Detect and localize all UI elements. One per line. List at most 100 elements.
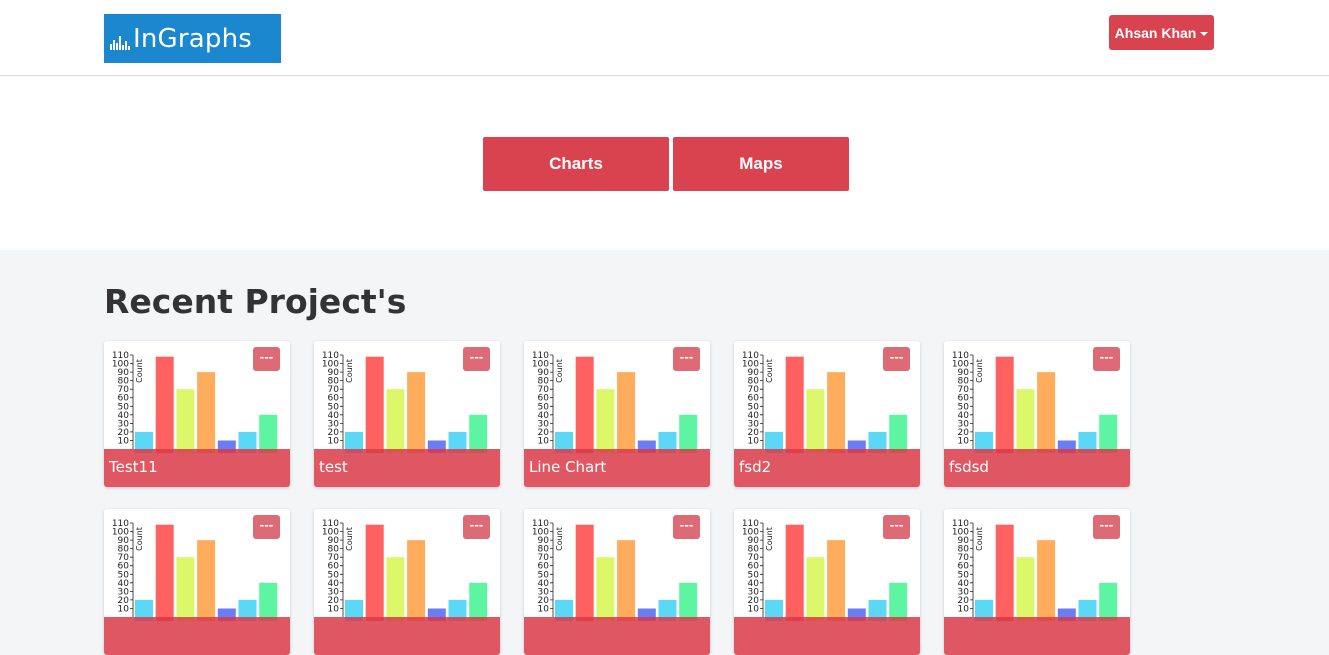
y-axis-label: Count <box>765 527 774 551</box>
bar <box>176 389 195 453</box>
bar <box>407 372 426 453</box>
y-tick-label: 10 <box>328 605 340 615</box>
bar <box>259 414 278 453</box>
project-options-button[interactable]: --- <box>463 347 490 371</box>
bar <box>386 557 405 621</box>
bar <box>889 582 908 621</box>
caret-down-icon <box>1200 31 1209 36</box>
project-options-button[interactable]: --- <box>883 347 910 371</box>
project-card[interactable]: 110 100 90 80 70 60 50 40 30 20 10 Count --- <box>734 509 920 655</box>
hero-section: Charts Maps <box>0 77 1329 250</box>
bar <box>1016 389 1035 453</box>
bar <box>785 356 804 453</box>
top-navbar: InGraphs Ahsan Khan <box>0 0 1329 76</box>
project-options-button[interactable]: --- <box>673 347 700 371</box>
project-options-button[interactable]: --- <box>463 515 490 539</box>
project-name[interactable] <box>944 617 1130 655</box>
project-card[interactable]: 110 100 90 80 70 60 50 40 30 20 10 Count --- Line Cha… <box>524 341 710 487</box>
bar <box>596 389 615 453</box>
bar <box>365 356 384 453</box>
user-name: Ahsan Khan <box>1114 24 1197 41</box>
y-axis-label: Count <box>345 527 354 551</box>
y-axis-label: Count <box>975 527 984 551</box>
y-tick-label: 10 <box>538 605 550 615</box>
project-name[interactable] <box>524 617 710 655</box>
y-axis-label: Count <box>765 359 774 383</box>
project-card[interactable]: 110 100 90 80 70 60 50 40 30 20 10 Count --- <box>104 509 290 655</box>
bar <box>827 540 846 621</box>
project-options-button[interactable]: --- <box>883 515 910 539</box>
bar <box>679 414 698 453</box>
bar <box>1037 372 1056 453</box>
recent-projects-heading: Recent Project's <box>104 282 407 321</box>
bar <box>469 414 488 453</box>
project-name[interactable] <box>104 617 290 655</box>
bar <box>806 557 825 621</box>
user-menu-button[interactable]: Ahsan Khan <box>1109 15 1214 50</box>
bar <box>785 524 804 621</box>
bar <box>176 557 195 621</box>
project-options-button[interactable]: --- <box>253 515 280 539</box>
bar <box>575 356 594 453</box>
project-options-button[interactable]: --- <box>1093 347 1120 371</box>
project-name[interactable]: test <box>314 449 500 487</box>
bar <box>1016 557 1035 621</box>
bar <box>617 540 636 621</box>
y-tick-label: 10 <box>118 437 130 447</box>
bar <box>575 524 594 621</box>
project-card[interactable]: 110 100 90 80 70 60 50 40 30 20 10 Count --- <box>524 509 710 655</box>
y-tick-label: 10 <box>328 437 340 447</box>
bar <box>889 414 908 453</box>
bar <box>197 540 216 621</box>
bar <box>469 582 488 621</box>
y-tick-label: 10 <box>538 437 550 447</box>
project-card[interactable]: 110 100 90 80 70 60 50 40 30 20 10 Count --- fsd2 <box>734 341 920 487</box>
project-options-button[interactable]: --- <box>253 347 280 371</box>
bar <box>197 372 216 453</box>
bar <box>1037 540 1056 621</box>
bar <box>827 372 846 453</box>
brand-logo[interactable]: InGraphs <box>104 14 281 63</box>
bar <box>617 372 636 453</box>
y-tick-label: 10 <box>958 437 970 447</box>
bar <box>995 356 1014 453</box>
project-card[interactable]: 110 100 90 80 70 60 50 40 30 20 10 Count --- Test11 <box>104 341 290 487</box>
y-axis-label: Count <box>345 359 354 383</box>
project-name[interactable]: Test11 <box>104 449 290 487</box>
bar <box>386 389 405 453</box>
y-axis-label: Count <box>135 527 144 551</box>
project-options-button[interactable]: --- <box>673 515 700 539</box>
project-name[interactable] <box>734 617 920 655</box>
project-card[interactable]: 110 100 90 80 70 60 50 40 30 20 10 Count --- <box>314 509 500 655</box>
y-tick-label: 10 <box>118 605 130 615</box>
project-name[interactable]: fsd2 <box>734 449 920 487</box>
bar <box>596 557 615 621</box>
brand-name: InGraphs <box>133 23 253 54</box>
y-tick-label: 10 <box>748 605 760 615</box>
y-axis-label: Count <box>975 359 984 383</box>
bar <box>259 582 278 621</box>
y-axis-label: Count <box>555 359 564 383</box>
project-name[interactable]: Line Chart <box>524 449 710 487</box>
y-tick-label: 10 <box>958 605 970 615</box>
project-name[interactable]: fsdsd <box>944 449 1130 487</box>
project-name[interactable] <box>314 617 500 655</box>
bar <box>806 389 825 453</box>
y-axis-label: Count <box>555 527 564 551</box>
bar <box>995 524 1014 621</box>
bar <box>407 540 426 621</box>
project-options-button[interactable]: --- <box>1093 515 1120 539</box>
bar <box>155 524 174 621</box>
project-card[interactable]: 110 100 90 80 70 60 50 40 30 20 10 Count --- test <box>314 341 500 487</box>
y-axis-label: Count <box>135 359 144 383</box>
bar <box>1099 414 1118 453</box>
bar <box>1099 582 1118 621</box>
project-card[interactable]: 110 100 90 80 70 60 50 40 30 20 10 Count --- fsdsd <box>944 341 1130 487</box>
maps-button[interactable]: Maps <box>673 137 849 191</box>
bar <box>365 524 384 621</box>
bar <box>155 356 174 453</box>
project-card[interactable]: 110 100 90 80 70 60 50 40 30 20 10 Count --- <box>944 509 1130 655</box>
charts-button[interactable]: Charts <box>483 137 669 191</box>
bar <box>679 582 698 621</box>
bar-chart-icon <box>110 34 131 50</box>
